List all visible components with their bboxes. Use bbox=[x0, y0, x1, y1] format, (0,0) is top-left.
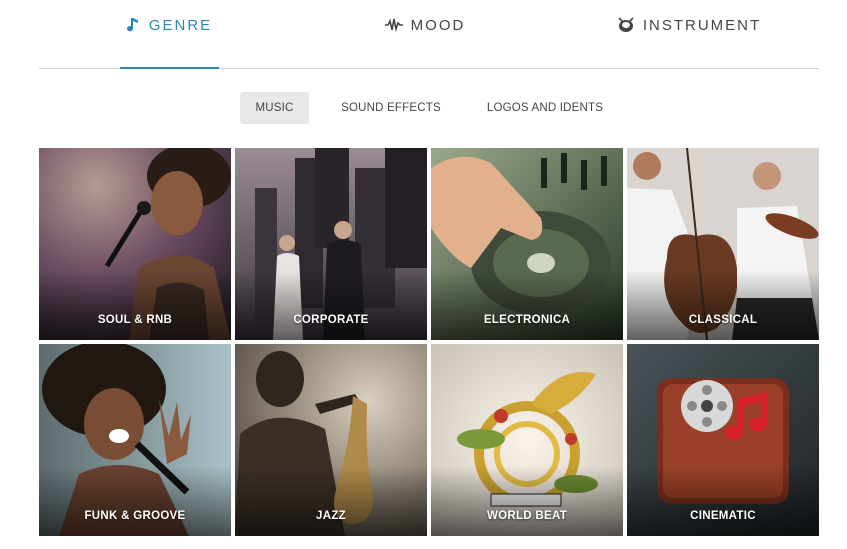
genre-label: CORPORATE bbox=[293, 314, 369, 326]
genre-tile-classical[interactable]: CLASSICAL bbox=[627, 148, 819, 340]
genre-label: SOUL & RNB bbox=[97, 314, 173, 326]
tab-mood[interactable]: MOOD bbox=[380, 0, 470, 68]
tile-shade bbox=[39, 466, 231, 536]
genre-label: JAZZ bbox=[316, 510, 346, 522]
tile-shade bbox=[431, 270, 623, 340]
tab-instrument-label: INSTRUMENT bbox=[642, 16, 762, 34]
genre-label: ELECTRONICA bbox=[483, 314, 571, 326]
tile-shade bbox=[431, 466, 623, 536]
tile-shade bbox=[235, 466, 427, 536]
genre-label: CLASSICAL bbox=[688, 314, 758, 326]
genre-tile-cinematic[interactable]: CINEMATIC bbox=[627, 344, 819, 536]
tab-genre-label: GENRE bbox=[148, 16, 213, 34]
waveform-icon bbox=[384, 18, 403, 32]
genre-label: FUNK & GROOVE bbox=[84, 510, 186, 522]
music-note-icon bbox=[126, 17, 141, 33]
genre-tile-corporate[interactable]: CORPORATE bbox=[235, 148, 427, 340]
subtab-sound-effects[interactable]: SOUND EFFECTS bbox=[332, 92, 450, 124]
genre-tile-soul-rnb[interactable]: SOUL & RNB bbox=[39, 148, 231, 340]
tile-shade bbox=[627, 270, 819, 340]
subtab-music[interactable]: MUSIC bbox=[240, 92, 309, 124]
genre-tile-electronica[interactable]: ELECTRONICA bbox=[431, 148, 623, 340]
tile-shade bbox=[235, 270, 427, 340]
genre-tile-jazz[interactable]: JAZZ bbox=[235, 344, 427, 536]
tile-shade bbox=[627, 466, 819, 536]
tab-genre[interactable]: GENRE bbox=[120, 0, 219, 69]
drum-icon bbox=[617, 17, 635, 33]
tab-mood-label: MOOD bbox=[410, 16, 466, 34]
genre-tile-world-beat[interactable]: WORLD BEAT bbox=[431, 344, 623, 536]
sub-tabs: MUSIC SOUND EFFECTS LOGOS AND IDENTS bbox=[0, 92, 847, 124]
genre-tile-funk-groove[interactable]: FUNK & GROOVE bbox=[39, 344, 231, 536]
tab-instrument[interactable]: INSTRUMENT bbox=[614, 0, 764, 68]
subtab-logos-and-idents[interactable]: LOGOS AND IDENTS bbox=[477, 92, 613, 124]
genre-label: WORLD BEAT bbox=[486, 510, 568, 522]
tile-shade bbox=[39, 270, 231, 340]
genre-label: CINEMATIC bbox=[690, 510, 756, 522]
category-tabs: GENRE MOOD INSTRUMENT bbox=[39, 0, 819, 69]
